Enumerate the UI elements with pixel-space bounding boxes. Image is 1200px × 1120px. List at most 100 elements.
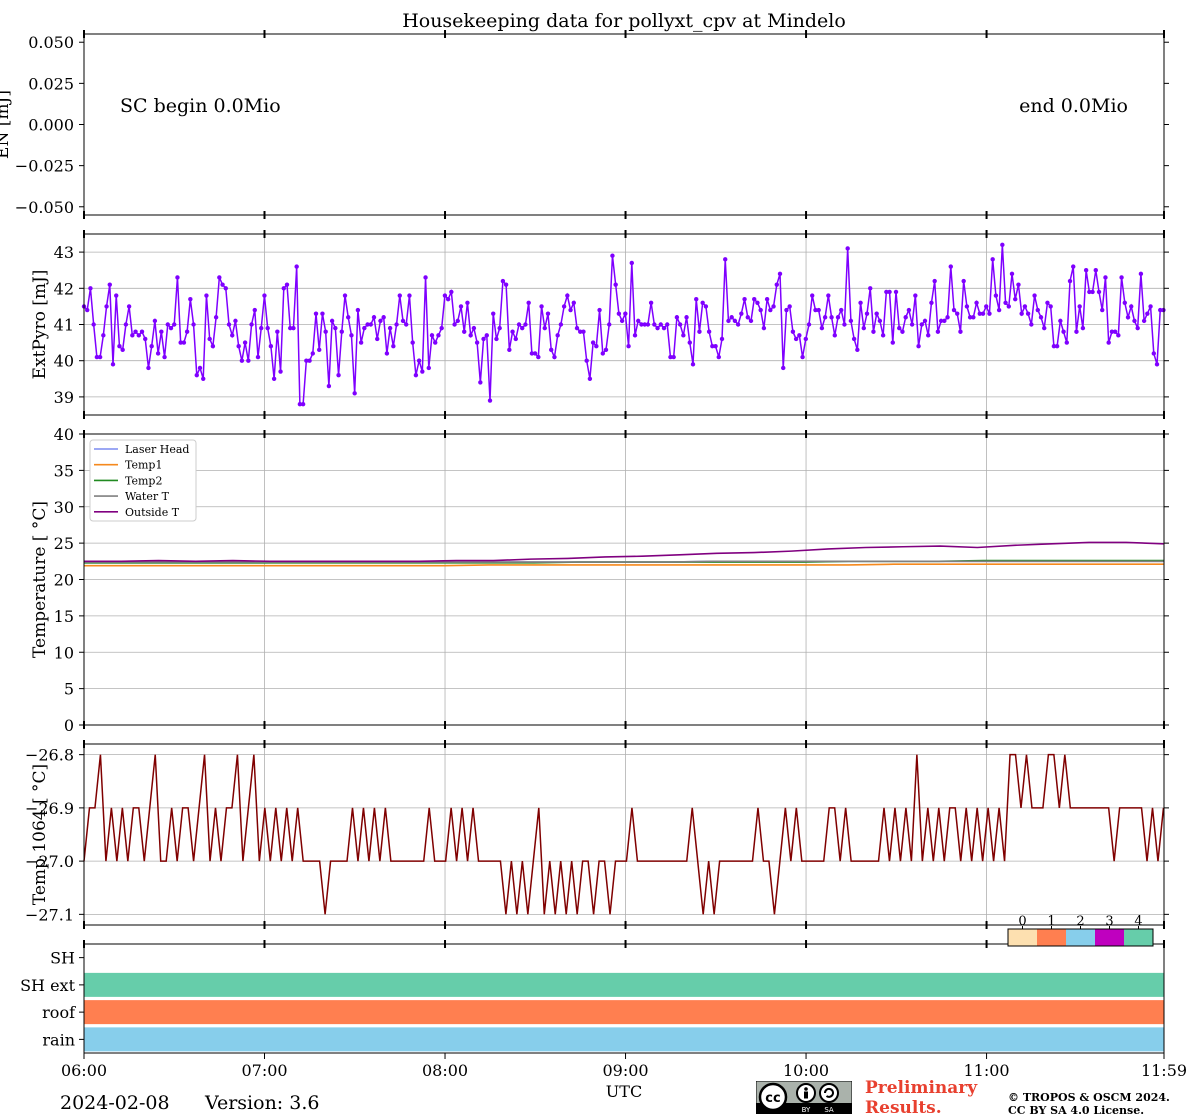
extpyro-point (545, 311, 551, 316)
extpyro-point (684, 315, 689, 320)
extpyro-point (1067, 278, 1073, 284)
extpyro-point (906, 307, 912, 313)
extpyro-point (542, 325, 547, 331)
ytick-label-extpyro: 39 (54, 388, 74, 407)
legend-label: Temp1 (125, 459, 162, 472)
extpyro-point (91, 322, 96, 327)
ytick-label-energy: −0.025 (15, 157, 74, 176)
extpyro-point (558, 322, 564, 327)
ylabel-energy: EN [mJ] (0, 90, 13, 159)
extpyro-point (961, 278, 966, 284)
extpyro-point (123, 322, 129, 327)
extpyro-point (339, 329, 344, 334)
extpyro-point (168, 325, 174, 331)
extpyro-point (358, 340, 364, 345)
extpyro-point (433, 340, 438, 345)
extpyro-point (516, 322, 522, 327)
ytick-label-temp1064: −27.1 (25, 905, 74, 924)
extpyro-point (217, 275, 222, 280)
ytick-label-temperature: 40 (54, 425, 74, 444)
extpyro-point (1000, 242, 1005, 248)
extpyro-point (445, 296, 451, 302)
extpyro-point (774, 282, 779, 287)
extpyro-point (1106, 340, 1111, 345)
extpyro-point (700, 300, 705, 305)
extpyro-point (706, 329, 712, 334)
copyright-line-2: CC BY SA 4.0 License. (1008, 1104, 1145, 1117)
extpyro-point (832, 333, 837, 338)
ylabel-extpyro: ExtPyro [mJ] (30, 270, 50, 380)
extpyro-point (1138, 271, 1144, 277)
extpyro-point (136, 333, 141, 338)
extpyro-point (1074, 329, 1079, 334)
xlabel-utc: UTC (606, 1082, 642, 1101)
extpyro-point (481, 336, 486, 342)
extpyro-point (752, 296, 757, 302)
extpyro-point (568, 307, 573, 313)
extpyro-point (1016, 282, 1021, 287)
extpyro-point (855, 347, 860, 353)
colorbar-tick-label: 2 (1076, 914, 1084, 929)
copyright-line-1: © TROPOS & OSCM 2024. (1008, 1091, 1170, 1104)
extpyro-point (249, 322, 254, 327)
extpyro-point (723, 257, 728, 262)
extpyro-point (1132, 318, 1137, 324)
extpyro-point (120, 347, 125, 353)
ytick-label-energy: −0.050 (15, 198, 74, 217)
extpyro-point (819, 325, 825, 331)
ytick-label-temperature: 10 (54, 643, 74, 662)
extpyro-point (230, 333, 235, 338)
extpyro-point (555, 333, 560, 338)
extpyro-point (410, 340, 415, 345)
extpyro-point (284, 282, 290, 287)
extpyro-point (964, 304, 970, 309)
extpyro-point (439, 325, 444, 331)
extpyro-point (117, 344, 122, 349)
extpyro-point (897, 325, 902, 331)
extpyro-point (226, 322, 232, 327)
extpyro-point (149, 344, 154, 349)
extpyro-point (449, 289, 454, 295)
extpyro-point (980, 311, 986, 316)
extpyro-point (239, 358, 245, 363)
extpyro-point (993, 293, 999, 298)
extpyro-point (729, 315, 734, 320)
extpyro-point (197, 365, 203, 371)
extpyro-point (1080, 325, 1086, 331)
legend-label: Water T (125, 490, 170, 503)
extpyro-point (387, 325, 393, 331)
cc-by-text: BY (802, 1106, 811, 1114)
extpyro-point (474, 340, 480, 345)
extpyro-point (455, 318, 460, 324)
extpyro-point (1096, 289, 1102, 295)
extpyro-point (784, 307, 789, 313)
extpyro-point (539, 304, 544, 309)
extpyro-point (233, 318, 238, 324)
extpyro-point (416, 358, 422, 363)
extpyro-point (1025, 311, 1031, 316)
extpyro-point (130, 333, 135, 338)
extpyro-point (845, 246, 850, 251)
ytick-label-extpyro: 43 (54, 243, 74, 262)
extpyro-point (942, 318, 947, 324)
extpyro-point (146, 365, 151, 371)
extpyro-point (310, 351, 315, 356)
extpyro-point (271, 376, 277, 381)
extpyro-point (152, 318, 158, 324)
extpyro-point (984, 304, 989, 309)
extpyro-point (462, 329, 467, 334)
extpyro-point (371, 315, 377, 320)
extpyro-point (932, 278, 937, 284)
extpyro-point (323, 329, 328, 334)
panel-frame-energy (83, 33, 1165, 216)
xtick-label: 08:00 (422, 1061, 468, 1080)
legend-label: Outside T (125, 506, 180, 519)
temperature-legend: Laser Head Temp1 Temp2 Water T Outside T (89, 439, 197, 522)
extpyro-point (143, 336, 148, 342)
extpyro-point (681, 333, 686, 338)
extpyro-point (677, 322, 683, 327)
colorbar-cell (1124, 929, 1153, 946)
status-row-label: SH (50, 949, 75, 968)
status-row-label: roof (42, 1003, 76, 1022)
extpyro-point (246, 358, 251, 363)
